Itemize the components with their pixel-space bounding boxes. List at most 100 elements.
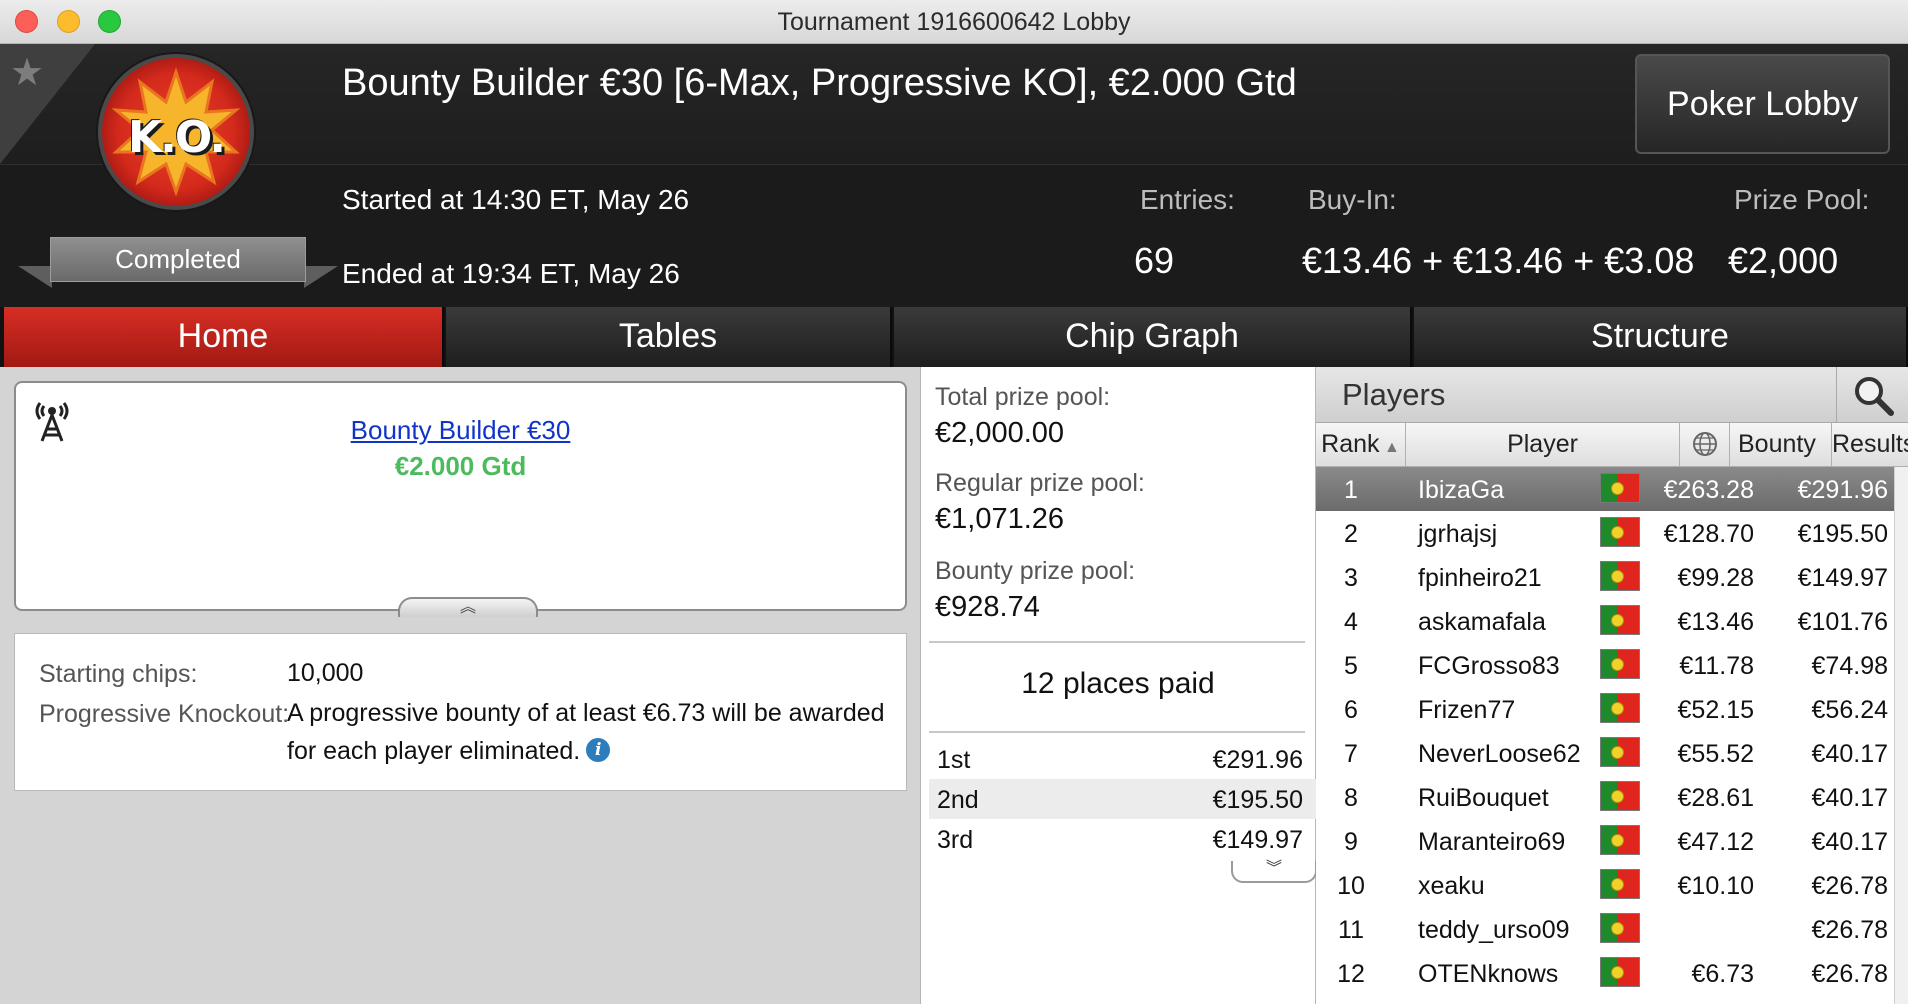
player-bounty: €6.73: [1691, 960, 1754, 988]
player-name: jgrhajsj: [1418, 520, 1498, 548]
entries-label: Entries:: [1140, 184, 1235, 215]
payout-place: 2nd: [937, 786, 979, 814]
portugal-flag-icon: [1600, 869, 1640, 899]
player-result: €40.17: [1811, 828, 1888, 856]
player-name: fpinheiro21: [1418, 564, 1542, 592]
portugal-flag-icon: [1600, 605, 1640, 635]
payout-place: 3rd: [937, 826, 974, 854]
player-row[interactable]: 7 NeverLoose62 €55.52 €40.17: [1316, 731, 1894, 775]
divider: [929, 641, 1305, 643]
player-row[interactable]: 9 Maranteiro69 €47.12 €40.17: [1316, 819, 1894, 863]
player-bounty: €13.46: [1677, 608, 1754, 636]
payout-amount: €149.97: [1212, 826, 1303, 854]
tab-structure[interactable]: Structure: [1414, 307, 1908, 367]
player-name: teddy_urso09: [1418, 916, 1570, 944]
payout-amount: €291.96: [1212, 746, 1303, 774]
player-rank: 12: [1337, 960, 1365, 988]
window-titlebar: Tournament 1916600642 Lobby: [0, 0, 1908, 44]
column-header-rank[interactable]: Rank ▲: [1316, 423, 1406, 467]
bounty-prize-pool-label: Bounty prize pool:: [935, 557, 1136, 585]
player-result: €26.78: [1811, 916, 1888, 944]
tab-home[interactable]: Home: [4, 307, 444, 367]
expand-payouts-toggle[interactable]: ︾: [1231, 861, 1317, 883]
portugal-flag-icon: [1600, 737, 1640, 767]
player-result: €101.76: [1797, 608, 1888, 636]
tab-chip-graph[interactable]: Chip Graph: [894, 307, 1412, 367]
player-row[interactable]: 2 jgrhajsj €128.70 €195.50: [1316, 511, 1894, 555]
portugal-flag-icon: [1600, 649, 1640, 679]
player-bounty: €128.70: [1663, 520, 1754, 548]
players-list: 1 IbizaGa €263.28 €291.96 2 jgrhajsj €128.70 €1…: [1316, 467, 1894, 995]
ko-logo-text: K.O.: [128, 112, 226, 163]
player-bounty: €47.12: [1677, 828, 1754, 856]
payout-amount: €195.50: [1212, 786, 1303, 814]
column-header-bounty[interactable]: Bounty: [1730, 423, 1832, 467]
player-rank: 9: [1344, 828, 1358, 856]
player-row[interactable]: 8 RuiBouquet €28.61 €40.17: [1316, 775, 1894, 819]
player-row[interactable]: 1 IbizaGa €263.28 €291.96: [1316, 467, 1894, 511]
column-header-country[interactable]: [1680, 423, 1730, 467]
player-bounty: €263.28: [1663, 476, 1754, 504]
payout-row: 2nd €195.50: [929, 779, 1317, 819]
search-icon: [1855, 377, 1894, 416]
poker-lobby-button[interactable]: Poker Lobby: [1635, 54, 1890, 154]
player-rank: 2: [1344, 520, 1358, 548]
player-result: €40.17: [1811, 784, 1888, 812]
progressive-knockout-value: A progressive bounty of at least €6.73 w…: [287, 694, 887, 770]
player-row[interactable]: 4 askamafala €13.46 €101.76: [1316, 599, 1894, 643]
player-name: askamafala: [1418, 608, 1546, 636]
player-bounty: €99.28: [1677, 564, 1754, 592]
players-panel: Players Rank ▲ Player Bounty Results 1 Ib…: [1316, 367, 1908, 1004]
player-result: €26.78: [1811, 960, 1888, 988]
entries-value: 69: [1134, 240, 1175, 281]
player-rank: 7: [1344, 740, 1358, 768]
regular-prize-pool-value: €1,071.26: [935, 503, 1065, 535]
player-bounty: €55.52: [1677, 740, 1754, 768]
player-result: €26.78: [1811, 872, 1888, 900]
tournament-header: ★ K.O. Completed Bounty Builder €30 [6-M…: [0, 44, 1908, 307]
portugal-flag-icon: [1600, 781, 1640, 811]
tab-tables[interactable]: Tables: [446, 307, 892, 367]
player-bounty: €10.10: [1677, 872, 1754, 900]
info-icon[interactable]: i: [586, 738, 611, 762]
progressive-knockout-label: Progressive Knockout:: [39, 700, 290, 728]
player-row[interactable]: 10 xeaku €10.10 €26.78: [1316, 863, 1894, 907]
payout-place: 1st: [937, 746, 971, 774]
tournament-name-link[interactable]: Bounty Builder €30: [16, 415, 905, 446]
player-result: €195.50: [1797, 520, 1888, 548]
prize-pool-label: Prize Pool:: [1734, 184, 1870, 215]
column-header-player[interactable]: Player: [1406, 423, 1680, 467]
search-players-button[interactable]: [1836, 367, 1908, 423]
tournament-details: Starting chips: 10,000 Progressive Knock…: [14, 633, 907, 791]
player-bounty: €28.61: [1677, 784, 1754, 812]
portugal-flag-icon: [1600, 561, 1640, 591]
chevron-down-icon: ︾: [1265, 860, 1282, 877]
places-paid: 12 places paid: [1021, 667, 1215, 700]
collapse-toggle[interactable]: ︽: [398, 597, 538, 617]
player-row[interactable]: 12 OTENknows €6.73 €26.78: [1316, 951, 1894, 995]
player-row[interactable]: 6 Frizen77 €52.15 €56.24: [1316, 687, 1894, 731]
star-icon[interactable]: ★: [10, 54, 44, 92]
total-prize-pool-label: Total prize pool:: [935, 383, 1111, 411]
player-name: NeverLoose62: [1418, 740, 1581, 768]
player-row[interactable]: 3 fpinheiro21 €99.28 €149.97: [1316, 555, 1894, 599]
player-row[interactable]: 5 FCGrosso83 €11.78 €74.98: [1316, 643, 1894, 687]
player-rank: 1: [1344, 476, 1358, 504]
player-row[interactable]: 11 teddy_urso09 €26.78: [1316, 907, 1894, 951]
starting-chips-value: 10,000: [287, 659, 364, 687]
players-scrollbar[interactable]: [1894, 467, 1908, 1004]
player-rank: 11: [1338, 916, 1364, 944]
column-header-results[interactable]: Results: [1832, 423, 1908, 467]
progressive-knockout-text: A progressive bounty of at least €6.73 w…: [287, 699, 885, 765]
tournament-info-card: Bounty Builder €30 €2.000 Gtd ︽: [14, 381, 907, 617]
player-rank: 4: [1344, 608, 1358, 636]
window-title: Tournament 1916600642 Lobby: [777, 8, 1131, 36]
ko-logo: K.O.: [98, 54, 254, 210]
player-name: xeaku: [1418, 872, 1485, 900]
player-rank: 5: [1344, 652, 1358, 680]
portugal-flag-icon: [1600, 473, 1640, 503]
buyin-label: Buy-In:: [1308, 184, 1397, 215]
portugal-flag-icon: [1600, 825, 1640, 855]
starting-chips-label: Starting chips:: [39, 660, 198, 688]
portugal-flag-icon: [1600, 517, 1640, 547]
